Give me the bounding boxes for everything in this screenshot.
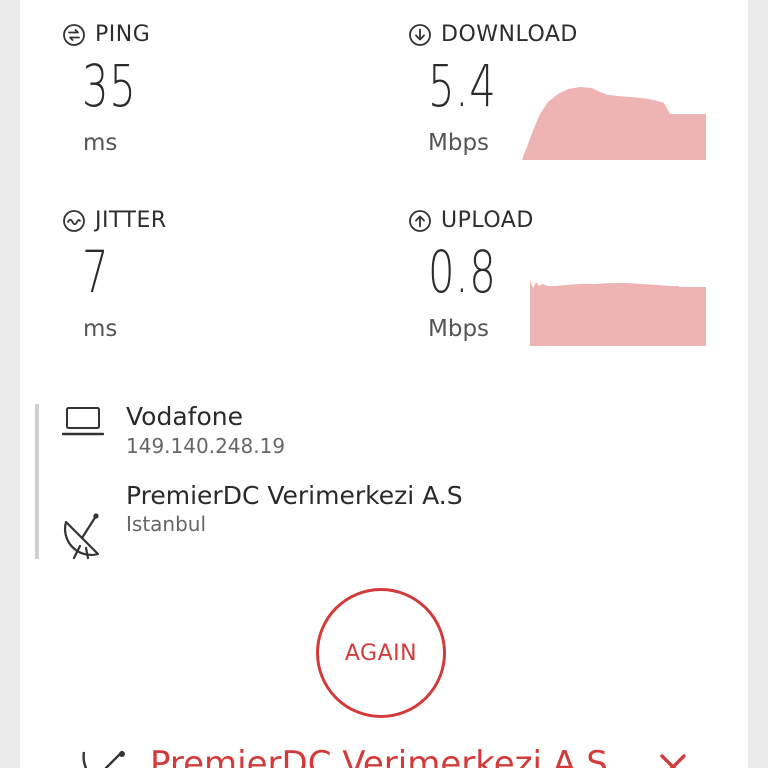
upload-arrow-icon — [409, 209, 431, 232]
upload-value: 0.8 — [428, 238, 497, 306]
close-icon[interactable] — [656, 750, 690, 768]
ping-label: PING — [95, 22, 151, 47]
laptop-icon — [62, 407, 104, 436]
jitter-unit: ms — [83, 316, 118, 342]
satellite-dish-icon — [63, 513, 100, 560]
download-arrow-icon — [409, 23, 431, 46]
upload-unit: Mbps — [428, 316, 490, 342]
upload-label: UPLOAD — [441, 208, 534, 233]
upload-label-row: UPLOAD — [408, 208, 534, 233]
client-isp-name: Vodafone — [126, 402, 243, 431]
speedtest-results-card: PING 35 ms DOWNLOAD 5.4 Mbps JITTER 7 ms… — [20, 0, 748, 768]
download-value: 5.4 — [428, 52, 497, 120]
upload-graph-area — [530, 280, 706, 346]
client-ip-address: 149.140.248.19 — [126, 434, 286, 458]
ping-value: 35 — [82, 52, 137, 120]
bottom-satellite-dish-icon — [82, 750, 125, 768]
bottom-server-selector[interactable]: PremierDC Verimerkezi A.S — [150, 744, 608, 768]
ping-icon — [63, 23, 85, 46]
server-location: Istanbul — [126, 512, 207, 536]
upload-speed-graph — [530, 280, 706, 346]
download-speed-graph — [522, 87, 706, 160]
jitter-icon — [63, 209, 85, 232]
again-button[interactable]: AGAIN — [316, 588, 446, 718]
jitter-label: JITTER — [95, 208, 167, 233]
again-button-label: AGAIN — [344, 640, 418, 666]
jitter-value: 7 — [82, 238, 110, 306]
ping-unit: ms — [83, 130, 118, 156]
connection-divider — [35, 404, 39, 559]
download-graph-area — [522, 87, 706, 160]
ping-label-row: PING — [62, 22, 150, 47]
server-name: PremierDC Verimerkezi A.S — [126, 481, 463, 510]
download-label: DOWNLOAD — [441, 22, 578, 47]
download-unit: Mbps — [428, 130, 490, 156]
download-label-row: DOWNLOAD — [408, 22, 578, 47]
jitter-label-row: JITTER — [62, 208, 167, 233]
